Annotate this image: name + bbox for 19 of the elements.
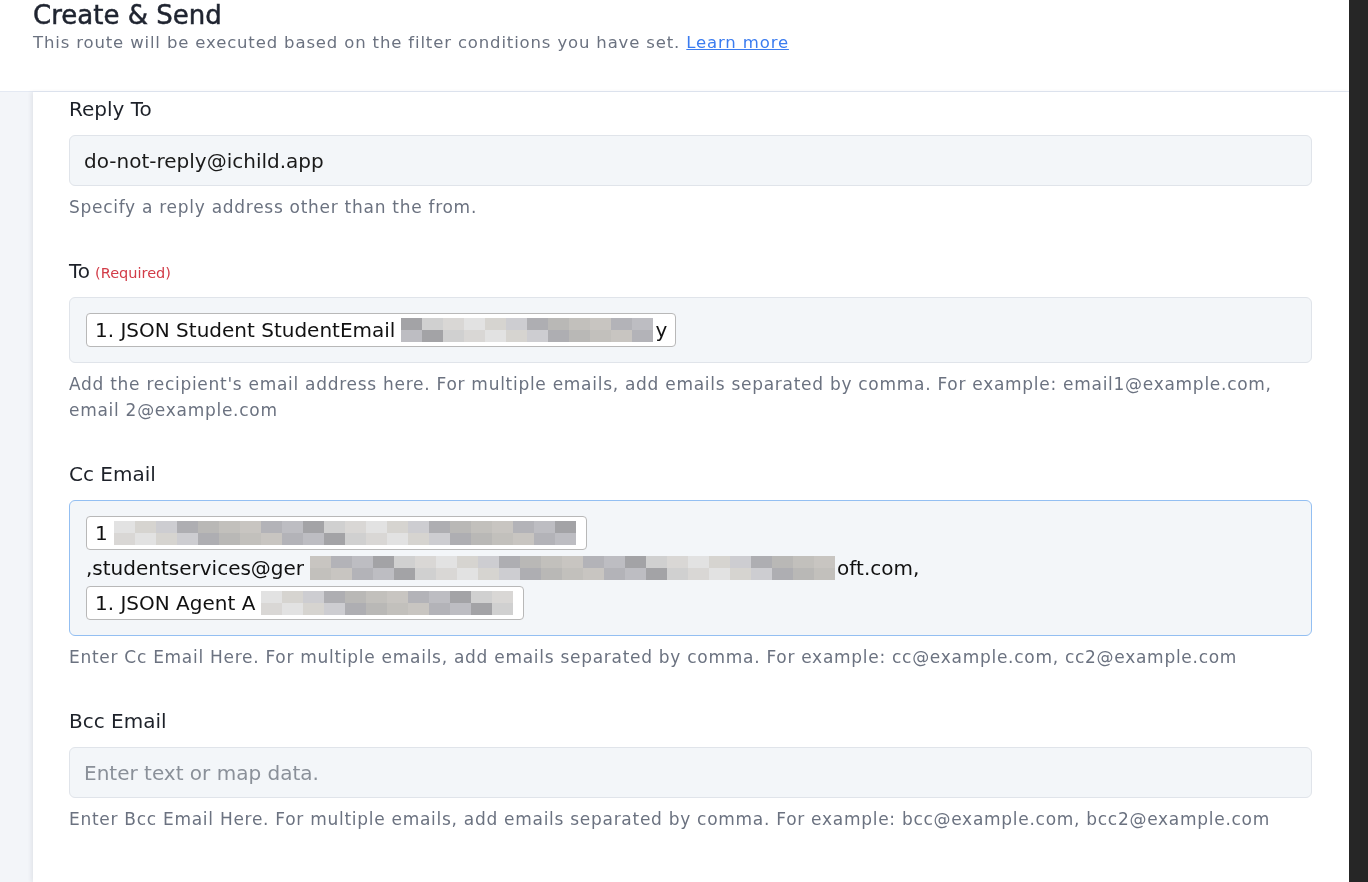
page-title: Create & Send xyxy=(33,0,223,30)
field-label: Reply To xyxy=(69,97,152,121)
variable-chip[interactable]: 1 xyxy=(86,516,587,550)
input-field[interactable]: do-not-reply@ichild.app xyxy=(69,135,1312,186)
field-label: Bcc Email xyxy=(69,709,167,733)
variable-chip[interactable]: 1. JSON Student StudentEmail y xyxy=(86,313,677,347)
input-field[interactable]: 1 ,studentservices@ger oft.com, 1. JSON Agent A xyxy=(69,500,1312,636)
variable-chip[interactable]: 1. JSON Agent A xyxy=(86,586,525,620)
help-text: Enter Bcc Email Here. For multiple emails, add emails separated by comma. For example: bcc@example.com, bcc2@example.com xyxy=(69,808,1271,831)
help-text: Specify a reply address other than the from. xyxy=(69,196,478,219)
input-field[interactable]: 1. JSON Student StudentEmail y xyxy=(69,297,1312,363)
field-label: Cc Email xyxy=(69,462,156,486)
required-note: (Required) xyxy=(95,265,171,281)
typed-email-text: ,studentservices@ger oft.com, xyxy=(86,556,920,580)
field-label: To xyxy=(69,259,91,283)
route-description: This route will be executed based on the filter conditions you have set. Learn more xyxy=(33,32,790,54)
learn-more-link[interactable]: Learn more xyxy=(686,33,789,52)
help-text: Add the recipient's email address here. For multiple emails, add emails separated by comma. For example: email1@example.com, email 2@example.com xyxy=(69,373,1273,422)
help-text: Enter Cc Email Here. For multiple emails, add emails separated by comma. For example: cc@example.com, cc2@example.com xyxy=(69,646,1239,669)
